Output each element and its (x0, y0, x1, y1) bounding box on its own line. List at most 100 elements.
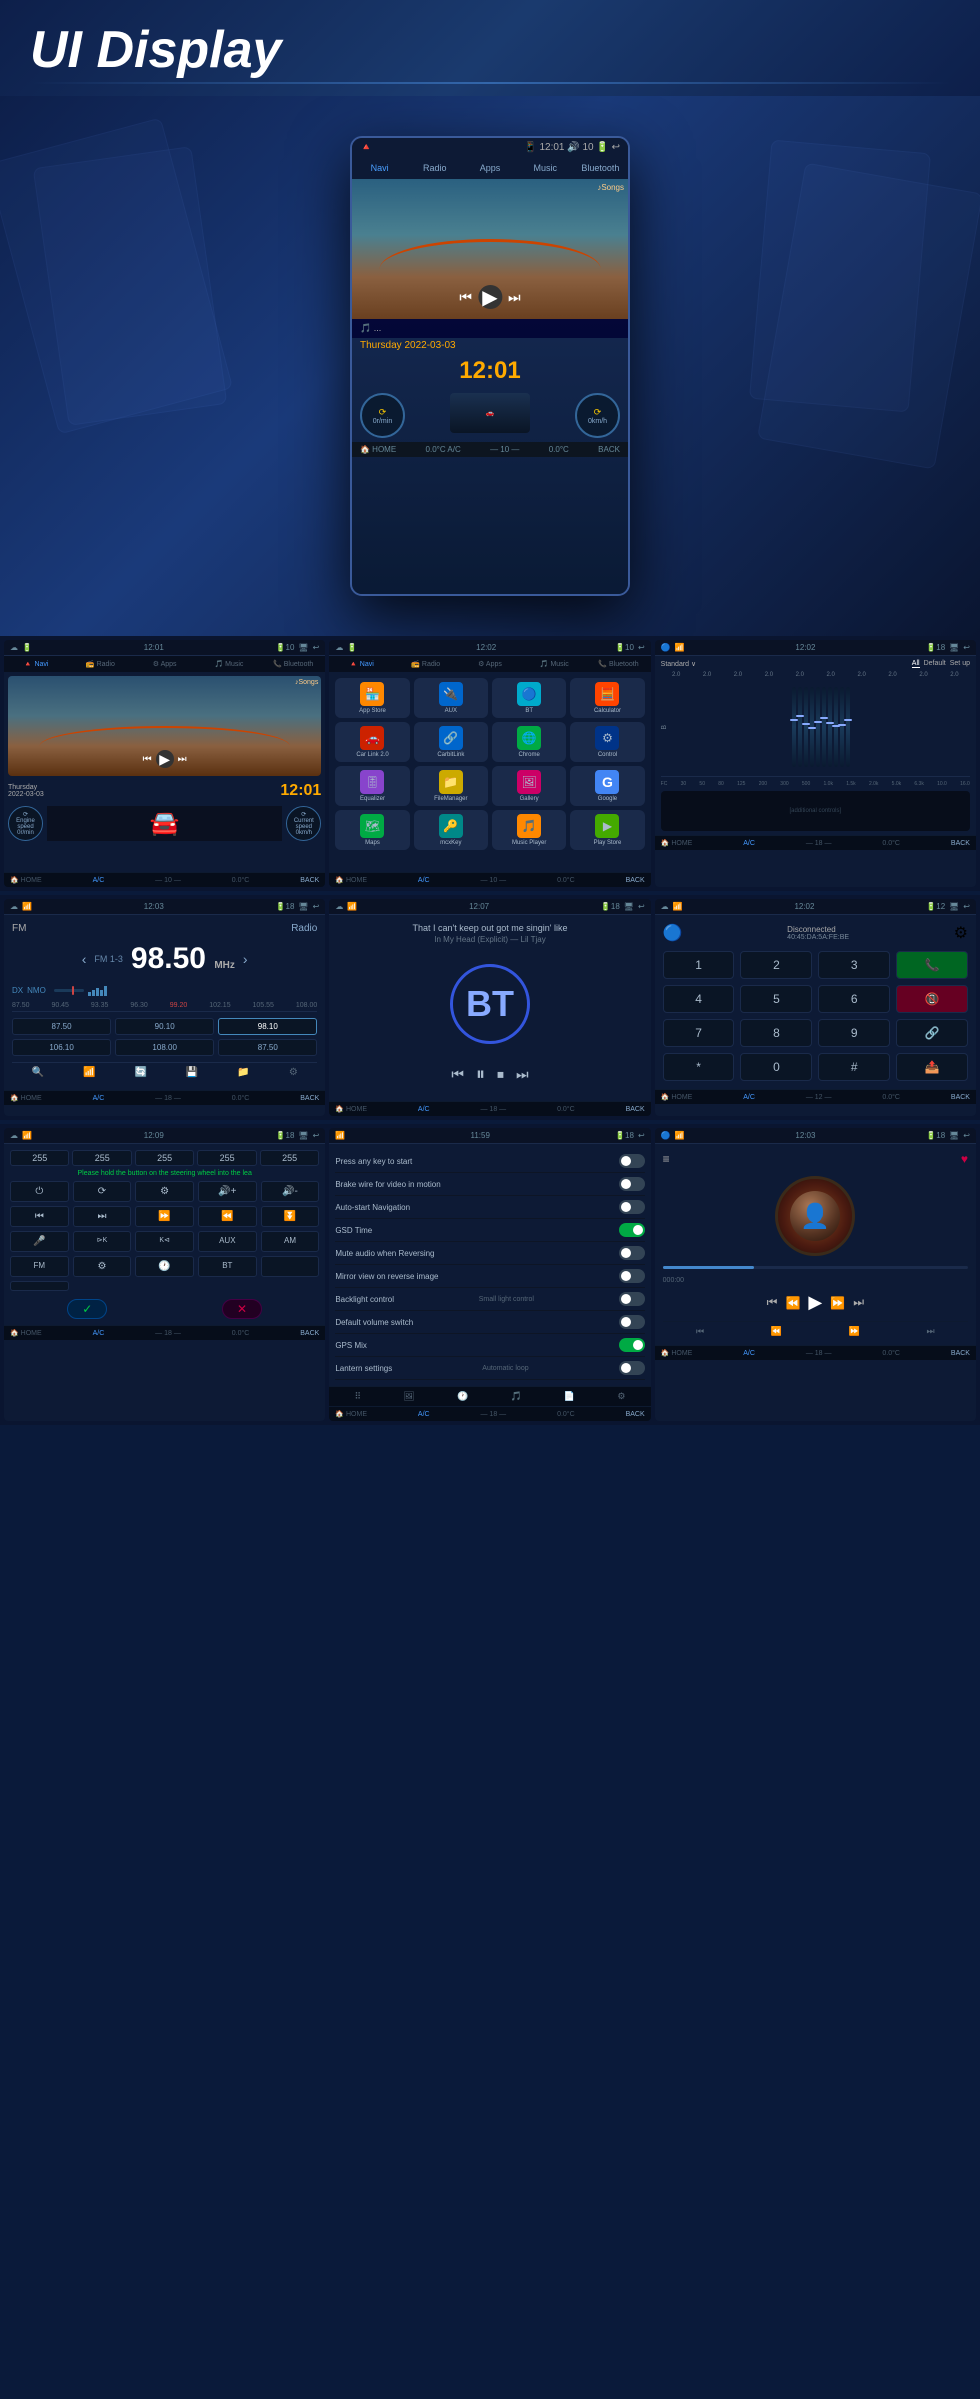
app-carbitlink[interactable]: 🔗 CarbitLink (414, 722, 488, 762)
app-mcxkey[interactable]: 🔑 mcxKey (414, 810, 488, 850)
setting-gsdtime-toggle[interactable] (619, 1223, 645, 1237)
setting-lantern-toggle[interactable] (619, 1361, 645, 1375)
music-rewind[interactable]: ⏪ (785, 1296, 800, 1310)
home-nav-bt[interactable]: 📞 Bluetooth (261, 658, 325, 670)
steering-k1[interactable]: ⊳K (73, 1231, 132, 1252)
radio-icon-save[interactable]: 💾 (186, 1067, 198, 1078)
music-forward[interactable]: ⏩ (830, 1296, 845, 1310)
home-nav-music[interactable]: 🎵 Music (197, 658, 261, 670)
keypad-8[interactable]: 8 (740, 1019, 812, 1047)
keypad-end[interactable]: 📵 (896, 985, 968, 1013)
radio-preset-3[interactable]: 98.10 (218, 1018, 317, 1035)
steering-refresh[interactable]: ⟳ (73, 1181, 132, 1202)
keypad-hash[interactable]: # (818, 1053, 890, 1081)
steering-skip-back[interactable]: ⏮ (10, 1206, 69, 1227)
eq-tab-default[interactable]: Default (924, 660, 946, 668)
home-nav-apps[interactable]: ⚙ Apps (133, 658, 197, 670)
app-chrome[interactable]: 🌐 Chrome (492, 722, 566, 762)
steering-power[interactable]: ⏻ (10, 1181, 69, 1202)
setting-defaultvol-toggle[interactable] (619, 1315, 645, 1329)
steering-fast-back[interactable]: ⏪ (198, 1206, 257, 1227)
keypad-4[interactable]: 4 (663, 985, 735, 1013)
app-google[interactable]: G Google (570, 766, 644, 806)
music-play[interactable]: ▶ (808, 1292, 822, 1313)
steering-vol-up[interactable]: 🔊+ (198, 1181, 257, 1202)
setting-brakewire-toggle[interactable] (619, 1177, 645, 1191)
eq-tab-setup[interactable]: Set up (950, 660, 970, 668)
app-aux[interactable]: 🔌 AUX (414, 678, 488, 718)
radio-preset-4[interactable]: 106.10 (12, 1039, 111, 1056)
steering-fast-fwd[interactable]: ⏩ (135, 1206, 194, 1227)
setting-mirror-toggle[interactable] (619, 1269, 645, 1283)
keypad-2[interactable]: 2 (740, 951, 812, 979)
keypad-3[interactable]: 3 (818, 951, 890, 979)
settings-icon-music[interactable]: 🎵 (510, 1391, 521, 1402)
music-icon-rewind2[interactable]: ⏪ (771, 1326, 782, 1337)
app-calculator[interactable]: 🧮 Calculator (570, 678, 644, 718)
music-menu-icon[interactable]: ≡ (663, 1152, 670, 1166)
radio-icon-settings[interactable]: ⚙ (289, 1067, 298, 1078)
keypad-0[interactable]: 0 (740, 1053, 812, 1081)
settings-icon-clock[interactable]: 🕐 (457, 1391, 468, 1402)
home-nav-radio[interactable]: 📻 Radio (68, 658, 132, 670)
radio-preset-2[interactable]: 90.10 (115, 1018, 214, 1035)
bt-stop[interactable]: ⏹ (497, 1066, 504, 1083)
apps-nav-radio[interactable]: 📻 Radio (394, 658, 458, 670)
app-bt[interactable]: 🔵 BT (492, 678, 566, 718)
apps-nav-bt[interactable]: 📞 Bluetooth (586, 658, 650, 670)
hero-nav-navi[interactable]: Navi (352, 161, 407, 175)
app-control[interactable]: ⚙ Control (570, 722, 644, 762)
hero-nav-apps[interactable]: Apps (462, 161, 517, 175)
keypad-7[interactable]: 7 (663, 1019, 735, 1047)
phone-settings-icon[interactable]: ⚙ (954, 923, 968, 943)
apps-nav-music[interactable]: 🎵 Music (522, 658, 586, 670)
steering-clock[interactable]: 🕐 (135, 1256, 194, 1277)
setting-presskey-toggle[interactable] (619, 1154, 645, 1168)
radio-prev[interactable]: ‹ (82, 951, 87, 967)
keypad-star[interactable]: * (663, 1053, 735, 1081)
setting-gpsmix-toggle[interactable] (619, 1338, 645, 1352)
settings-icon-gear[interactable]: ⚙ (617, 1391, 625, 1402)
keypad-send[interactable]: 📤 (896, 1053, 968, 1081)
hero-nav-music[interactable]: Music (518, 161, 573, 175)
keypad-call[interactable]: 📞 (896, 951, 968, 979)
eq-tab-all[interactable]: All (912, 660, 920, 668)
radio-preset-1[interactable]: 87.50 (12, 1018, 111, 1035)
bt-prev[interactable]: ⏮ (451, 1066, 464, 1083)
music-icon-prev-track[interactable]: ⏮ (696, 1326, 704, 1337)
app-filemanager[interactable]: 📁 FileManager (414, 766, 488, 806)
music-progress[interactable] (663, 1266, 968, 1269)
setting-autonav-toggle[interactable] (619, 1200, 645, 1214)
app-musicplayer[interactable]: 🎵 Music Player (492, 810, 566, 850)
music-fav-icon[interactable]: ♥ (961, 1152, 968, 1166)
radio-icon-signal[interactable]: 📶 (83, 1067, 95, 1078)
keypad-5[interactable]: 5 (740, 985, 812, 1013)
settings-icon-grid[interactable]: ⠿ (354, 1391, 361, 1402)
radio-preset-5[interactable]: 108.00 (115, 1039, 214, 1056)
setting-backlight-toggle[interactable] (619, 1292, 645, 1306)
hero-nav-radio[interactable]: Radio (407, 161, 462, 175)
music-icon-next-track[interactable]: ⏭ (927, 1326, 935, 1337)
steering-k2[interactable]: K⊲ (135, 1231, 194, 1252)
keypad-9[interactable]: 9 (818, 1019, 890, 1047)
radio-icon-loop[interactable]: 🔄 (134, 1067, 146, 1078)
app-gallery[interactable]: 🖼 Gallery (492, 766, 566, 806)
app-equalizer[interactable]: 🎚 Equalizer (335, 766, 409, 806)
apps-nav-navi[interactable]: 🔺 Navi (329, 658, 393, 670)
home-nav-navi[interactable]: 🔺 Navi (4, 658, 68, 670)
app-maps[interactable]: 🗺 Maps (335, 810, 409, 850)
keypad-link[interactable]: 🔗 (896, 1019, 968, 1047)
setting-mute-toggle[interactable] (619, 1246, 645, 1260)
steering-gear[interactable]: ⚙ (73, 1256, 132, 1277)
steering-fm[interactable]: FM (10, 1256, 69, 1277)
settings-icon-image[interactable]: 🖼 (403, 1391, 414, 1402)
music-icon-fwd2[interactable]: ⏩ (849, 1326, 860, 1337)
hero-nav-bt[interactable]: Bluetooth (573, 161, 628, 175)
radio-preset-6[interactable]: 87.50 (218, 1039, 317, 1056)
radio-icon-search[interactable]: 🔍 (32, 1067, 44, 1078)
steering-scroll-down[interactable]: ⏬ (261, 1206, 320, 1227)
steering-bt[interactable]: BT (198, 1256, 257, 1277)
bt-play[interactable]: ⏸ (476, 1064, 485, 1085)
steering-vol-down[interactable]: 🔊- (261, 1181, 320, 1202)
radio-icon-folder[interactable]: 📁 (237, 1067, 249, 1078)
